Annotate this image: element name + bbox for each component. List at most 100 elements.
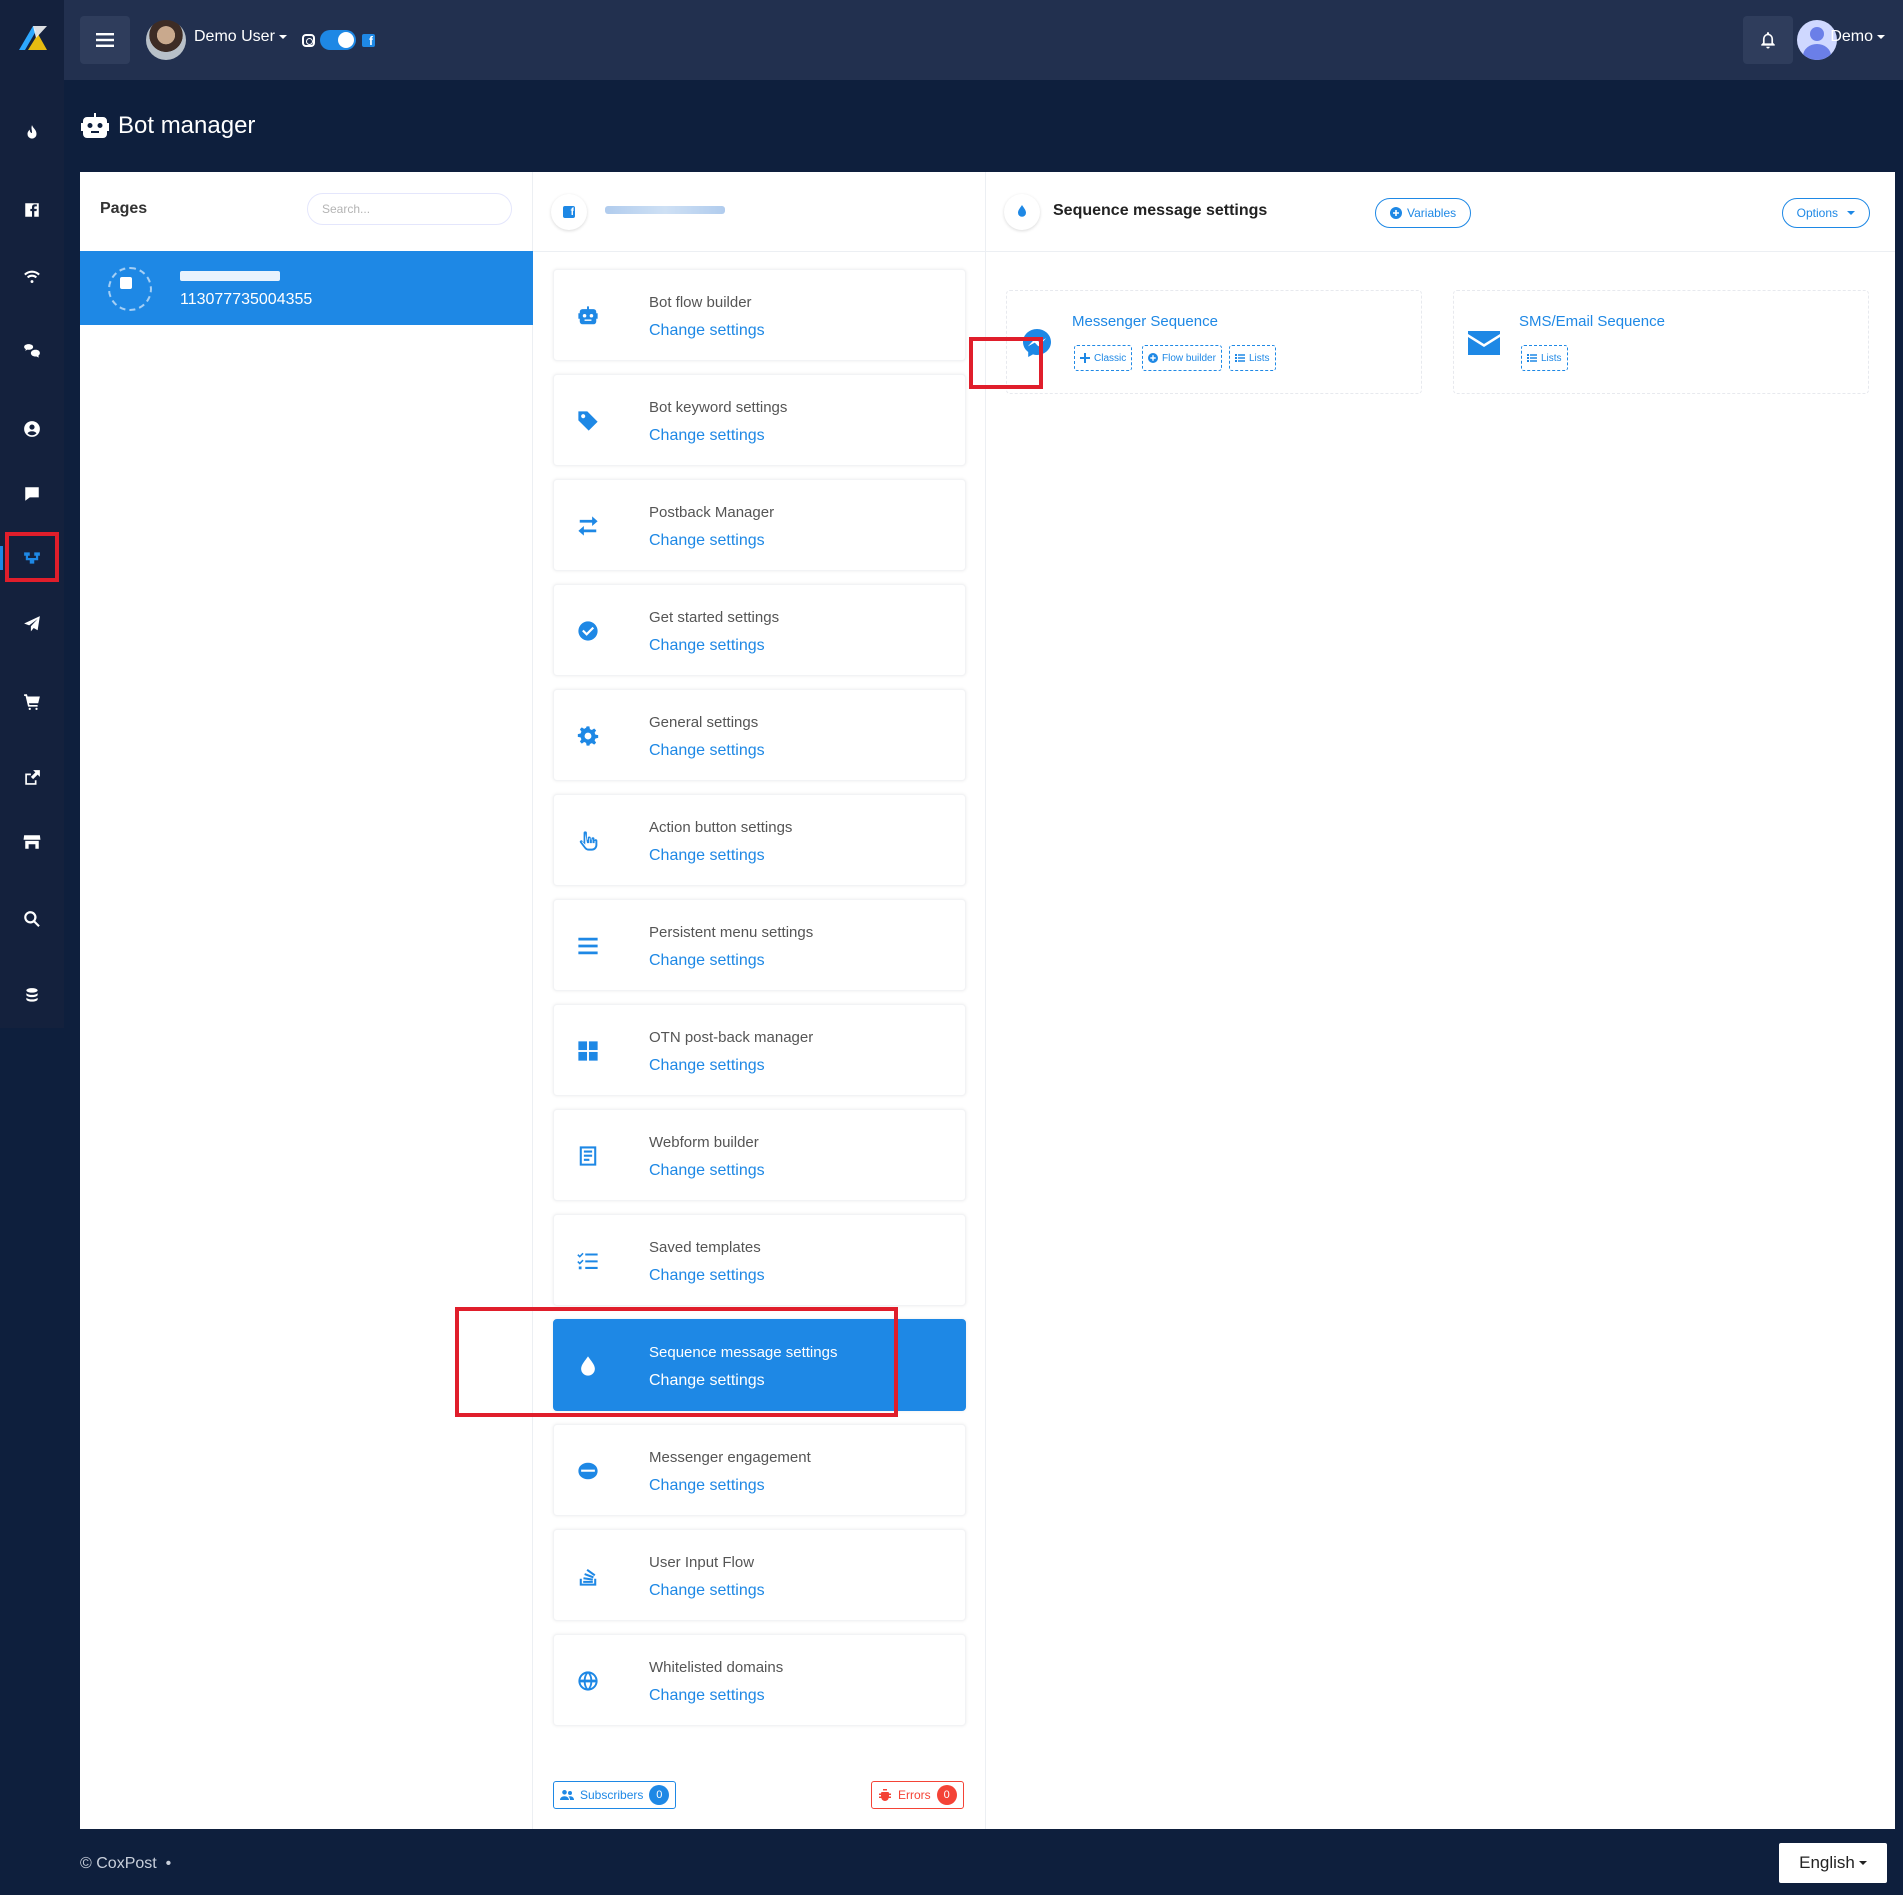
messenger-sequence-title: Messenger Sequence — [1072, 313, 1218, 330]
change-settings-link[interactable]: Change settings — [649, 1057, 765, 1075]
classic-sequence-button[interactable]: Classic — [1074, 345, 1133, 371]
shopping-cart-icon[interactable] — [0, 681, 64, 721]
change-settings-link[interactable]: Change settings — [649, 1687, 765, 1705]
app-logo-icon[interactable] — [16, 20, 50, 54]
gear-icon — [576, 724, 600, 748]
options-dropdown[interactable]: Options — [1781, 198, 1870, 228]
hand-pointer-icon — [576, 829, 600, 853]
settings-item-name: User Input Flow — [649, 1554, 755, 1571]
change-settings-link[interactable]: Change settings — [649, 1162, 765, 1180]
errors-count: 0 — [936, 1785, 957, 1805]
page-search-input[interactable] — [307, 193, 512, 225]
messenger-sequence-card: Messenger Sequence Classic Flow builder … — [1006, 290, 1422, 394]
pages-panel: Pages 113077735004355 — [80, 172, 533, 1829]
messenger-lists-button[interactable]: Lists — [1229, 345, 1276, 371]
account-menu-dropdown[interactable]: Demo — [1830, 28, 1885, 46]
hamburger-menu-button[interactable] — [80, 16, 130, 64]
dashboard-fire-icon[interactable] — [0, 113, 64, 153]
page-title: Bot manager — [80, 112, 255, 140]
settings-item-general[interactable]: General settings Change settings — [553, 689, 966, 781]
facebook-icon[interactable] — [0, 190, 64, 230]
settings-item-name: Saved templates — [649, 1239, 761, 1256]
change-settings-link[interactable]: Change settings — [649, 427, 765, 445]
chat-bubbles-icon[interactable] — [0, 332, 64, 372]
database-icon[interactable] — [0, 976, 64, 1016]
lists-label: Lists — [1541, 352, 1562, 364]
search-icon[interactable] — [0, 899, 64, 939]
settings-item-messenger-engagement[interactable]: Messenger engagement Change settings — [553, 1424, 966, 1516]
variables-button[interactable]: Variables — [1375, 198, 1472, 228]
change-settings-link[interactable]: Change settings — [649, 637, 765, 655]
tag-icon — [576, 409, 600, 433]
notifications-button[interactable] — [1743, 16, 1793, 64]
robot-icon — [576, 304, 600, 328]
variables-label: Variables — [1407, 206, 1457, 220]
sms-email-sequence-title: SMS/Email Sequence — [1519, 313, 1665, 330]
platform-toggle[interactable] — [320, 30, 356, 50]
user-menu-dropdown[interactable]: Demo User — [194, 28, 287, 46]
list-icon — [1235, 354, 1245, 362]
language-dropdown[interactable]: English — [1779, 1843, 1887, 1883]
errors-button[interactable]: Errors 0 — [871, 1781, 964, 1809]
caret-down-icon — [1858, 1861, 1867, 1865]
sms-email-lists-button[interactable]: Lists — [1521, 345, 1568, 371]
language-label: English — [1799, 1853, 1855, 1872]
settings-item-name: Bot flow builder — [649, 294, 752, 311]
change-settings-link[interactable]: Change settings — [649, 322, 765, 340]
check-circle-icon — [576, 619, 600, 643]
change-settings-link[interactable]: Change settings — [649, 532, 765, 550]
bot-manager-card: Pages 113077735004355 f Bot flow builder… — [80, 172, 1895, 1829]
settings-item-name: Bot keyword settings — [649, 399, 788, 416]
page-list-item[interactable]: 113077735004355 — [80, 251, 533, 325]
classic-label: Classic — [1094, 352, 1127, 364]
plus-circle-icon — [1148, 353, 1158, 363]
settings-item-bot-flow-builder[interactable]: Bot flow builder Change settings — [553, 269, 966, 361]
flow-builder-sequence-button[interactable]: Flow builder — [1142, 345, 1222, 371]
settings-item-name: Messenger engagement — [649, 1449, 811, 1466]
paper-plane-icon[interactable] — [0, 604, 64, 644]
user-avatar[interactable] — [146, 20, 186, 60]
change-settings-link[interactable]: Change settings — [649, 952, 765, 970]
settings-item-name: Action button settings — [649, 819, 793, 836]
settings-item-bot-keyword[interactable]: Bot keyword settings Change settings — [553, 374, 966, 466]
list-icon — [1527, 354, 1537, 362]
subscribers-count: 0 — [649, 1785, 670, 1805]
share-icon[interactable] — [0, 758, 64, 798]
lists-label: Lists — [1249, 352, 1270, 364]
sequence-panel-header: Sequence message settings Variables Opti… — [986, 172, 1895, 252]
left-sidebar — [0, 0, 64, 1028]
settings-item-action-button[interactable]: Action button settings Change settings — [553, 794, 966, 886]
settings-item-user-input-flow[interactable]: User Input Flow Change settings — [553, 1529, 966, 1621]
flow-builder-label: Flow builder — [1162, 352, 1216, 364]
subscribers-button[interactable]: Subscribers 0 — [553, 1781, 677, 1809]
facebook-icon[interactable]: f — [362, 34, 375, 48]
sequence-settings-panel: Sequence message settings Variables Opti… — [986, 172, 1895, 1829]
copyright-label: © CoxPost — [80, 1855, 157, 1872]
plus-circle-icon — [1390, 207, 1402, 219]
settings-item-otn-postback[interactable]: OTN post-back manager Change settings — [553, 1004, 966, 1096]
settings-item-name: OTN post-back manager — [649, 1029, 814, 1046]
globe-icon — [576, 1669, 600, 1693]
drop-badge — [1004, 194, 1040, 230]
settings-item-persistent-menu[interactable]: Persistent menu settings Change settings — [553, 899, 966, 991]
store-icon[interactable] — [0, 822, 64, 862]
wifi-icon[interactable] — [0, 255, 64, 295]
options-label: Options — [1796, 206, 1838, 220]
message-icon[interactable] — [0, 474, 64, 514]
highlight-box-sidebar — [5, 532, 59, 582]
change-settings-link[interactable]: Change settings — [649, 1477, 765, 1495]
settings-item-webform-builder[interactable]: Webform builder Change settings — [553, 1109, 966, 1201]
change-settings-link[interactable]: Change settings — [649, 742, 765, 760]
user-circle-icon[interactable] — [0, 409, 64, 449]
settings-item-saved-templates[interactable]: Saved templates Change settings — [553, 1214, 966, 1306]
change-settings-link[interactable]: Change settings — [649, 1267, 765, 1285]
copyright-text: © CoxPost • — [80, 1855, 172, 1872]
hamburger-icon — [96, 33, 114, 47]
settings-item-whitelisted-domains[interactable]: Whitelisted domains Change settings — [553, 1634, 966, 1726]
settings-item-postback-manager[interactable]: Postback Manager Change settings — [553, 479, 966, 571]
instagram-icon[interactable] — [302, 34, 315, 47]
change-settings-link[interactable]: Change settings — [649, 847, 765, 865]
settings-item-get-started[interactable]: Get started settings Change settings — [553, 584, 966, 676]
change-settings-link[interactable]: Change settings — [649, 1582, 765, 1600]
grid-icon — [576, 1039, 600, 1063]
